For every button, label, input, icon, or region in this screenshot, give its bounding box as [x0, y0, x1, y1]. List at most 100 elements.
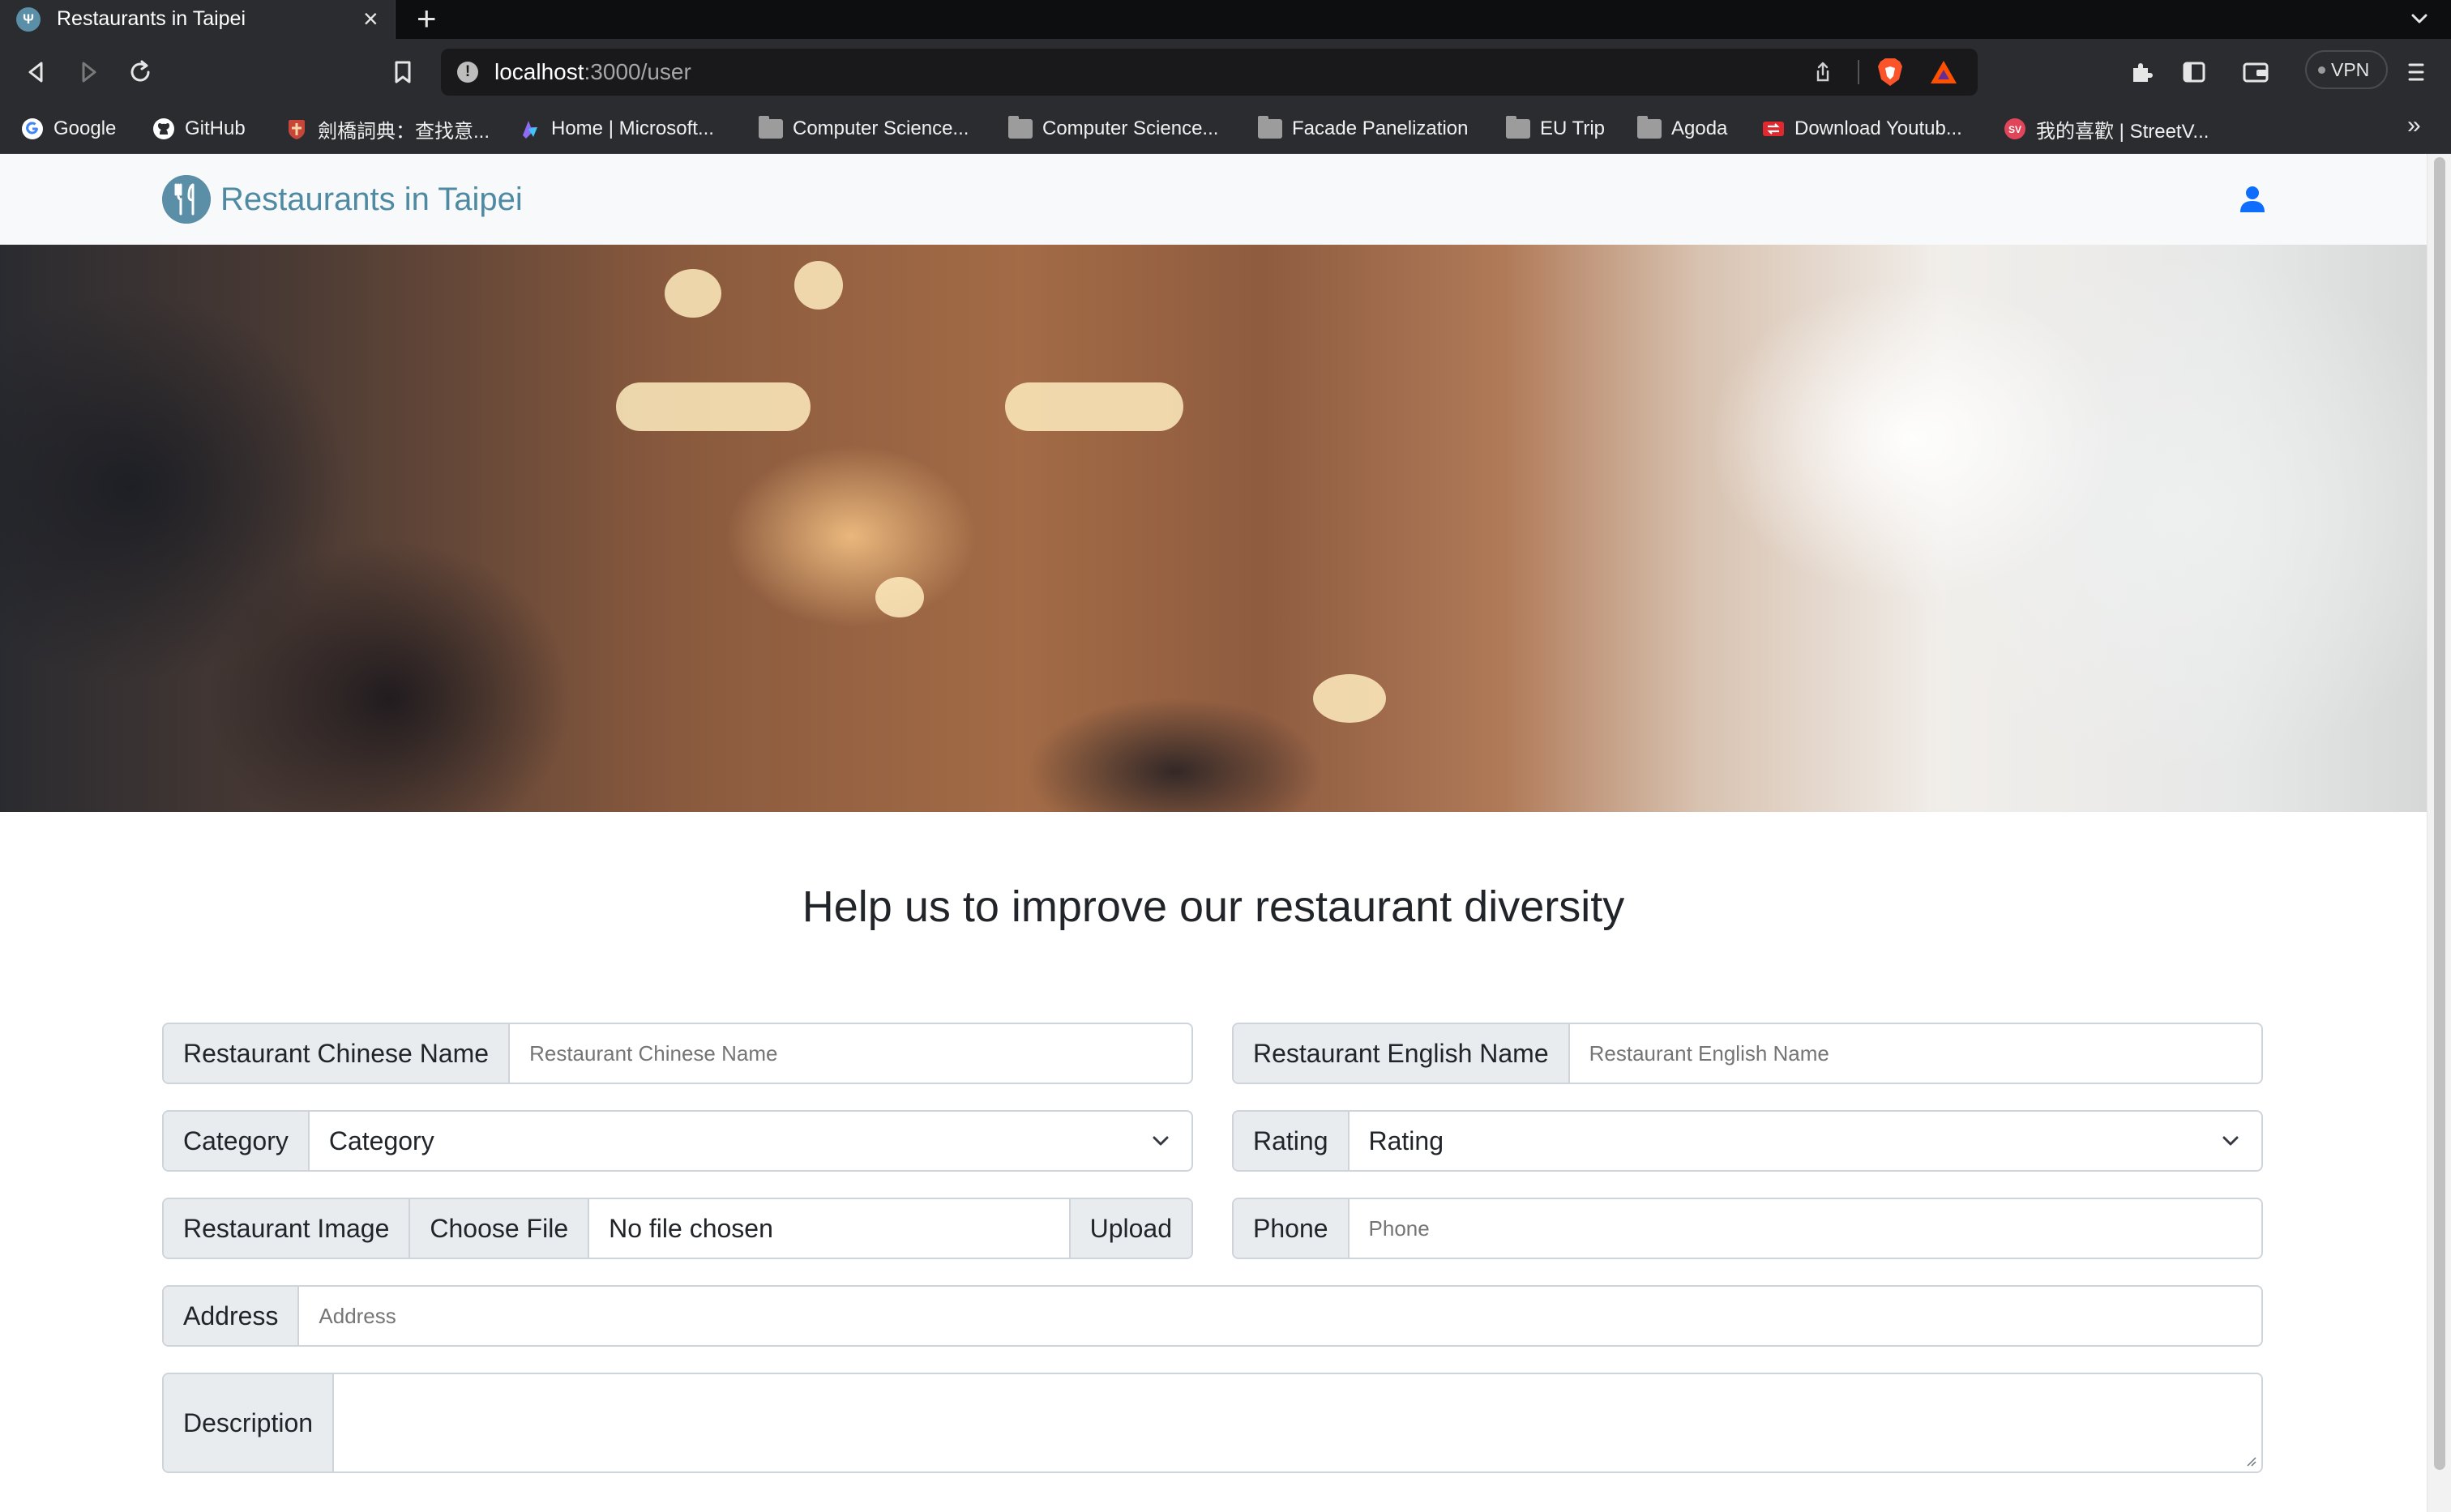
bookmark-label: Computer Science...	[793, 117, 969, 139]
bookmark-label: Download Youtub...	[1794, 117, 1962, 139]
phone-label: Phone	[1234, 1199, 1350, 1258]
menu-icon[interactable]	[2398, 53, 2435, 91]
close-tab-icon[interactable]: ×	[363, 4, 379, 33]
scrollbar-thumb[interactable]	[2434, 157, 2445, 1470]
share-icon[interactable]	[1811, 60, 1835, 84]
site-info-icon[interactable]: !	[457, 62, 478, 83]
rating-group: Rating Rating	[1232, 1110, 2263, 1172]
google-icon	[22, 118, 43, 139]
description-textarea[interactable]	[334, 1374, 2261, 1471]
address-input[interactable]	[299, 1287, 2261, 1345]
description-group: Description	[162, 1373, 2263, 1473]
bookmark-folder[interactable]: Computer Science...	[1008, 112, 1218, 146]
chevron-down-icon	[1153, 1136, 1169, 1146]
vpn-button[interactable]: VPN	[2305, 50, 2388, 89]
restaurant-favicon-icon: Ψ	[16, 7, 41, 32]
bookmark-folder[interactable]: EU Trip	[1506, 112, 1605, 146]
hero-banner-image	[0, 245, 2427, 812]
microsoft-icon	[523, 121, 537, 139]
description-label: Description	[164, 1374, 335, 1471]
resize-handle-icon[interactable]	[2245, 1455, 2256, 1467]
cambridge-icon	[289, 120, 305, 139]
chevron-down-icon	[2222, 1136, 2239, 1146]
folder-icon	[1008, 116, 1033, 139]
bookmark-label: 我的喜歡 | StreetV...	[2036, 120, 2209, 143]
phone-group: Phone	[1232, 1198, 2263, 1259]
bookmark-google[interactable]: Google	[21, 112, 116, 146]
folder-icon	[1637, 116, 1662, 139]
bookmark-label: Agoda	[1671, 117, 1728, 139]
bookmark-label: Google	[53, 117, 117, 139]
bookmark-download-youtube[interactable]: Download Youtub...	[1762, 112, 1962, 146]
bookmark-folder[interactable]: Facade Panelization	[1258, 112, 1468, 146]
page-heading: Help us to improve our restaurant divers…	[802, 882, 1625, 931]
page-viewport: Restaurants in Taipei Help us to improve…	[0, 154, 2451, 1512]
bookmark-folder[interactable]: Agoda	[1637, 112, 1727, 146]
folder-icon	[759, 116, 783, 139]
english-name-label: Restaurant English Name	[1234, 1024, 1570, 1083]
brave-shields-icon[interactable]	[1876, 57, 1905, 88]
bookmark-microsoft[interactable]: Home | Microsoft...	[519, 112, 714, 146]
url-text: localhost:3000/user	[494, 59, 691, 84]
chinese-name-label: Restaurant Chinese Name	[164, 1024, 511, 1083]
streetvoice-icon: SV	[2004, 118, 2025, 139]
phone-input[interactable]	[1349, 1199, 2261, 1258]
rating-label: Rating	[1234, 1112, 1350, 1170]
english-name-input[interactable]	[1569, 1024, 2261, 1083]
bookmark-label: 劍橋詞典：查找意...	[318, 120, 490, 143]
bookmark-streetvoice[interactable]: SV 我的喜歡 | StreetV...	[2004, 112, 2209, 146]
github-icon	[153, 118, 174, 139]
choose-file-button[interactable]: Choose File	[410, 1199, 590, 1258]
new-tab-icon[interactable]: +	[417, 1, 437, 36]
brand-link[interactable]: Restaurants in Taipei	[162, 175, 523, 224]
back-icon[interactable]	[18, 53, 55, 91]
browser-tab-bar: Ψ Restaurants in Taipei × +	[0, 0, 2451, 39]
wallet-icon[interactable]	[2237, 53, 2274, 91]
bookmark-icon[interactable]	[384, 53, 421, 91]
bokeh-light	[794, 261, 843, 310]
reload-icon[interactable]	[122, 53, 159, 91]
bokeh-light	[665, 269, 721, 318]
chinese-name-group: Restaurant Chinese Name	[162, 1023, 1193, 1084]
folder-icon	[1506, 116, 1530, 139]
fork-knife-logo-icon	[162, 175, 211, 224]
upload-button[interactable]: Upload	[1068, 1199, 1191, 1258]
chinese-name-input[interactable]	[510, 1024, 1191, 1083]
bookmark-label: Computer Science...	[1042, 117, 1219, 139]
bokeh-light	[616, 382, 811, 431]
brave-rewards-icon[interactable]	[1929, 58, 1958, 86]
category-select[interactable]: Category	[310, 1112, 1191, 1170]
bookmark-label: GitHub	[185, 117, 246, 139]
tab-search-chevron-icon[interactable]	[2407, 6, 2432, 31]
address-group: Address	[162, 1285, 2263, 1347]
bookmark-label: Facade Panelization	[1292, 117, 1469, 139]
image-label: Restaurant Image	[164, 1199, 411, 1258]
forward-icon[interactable]	[70, 53, 107, 91]
page-scrollbar[interactable]	[2427, 154, 2451, 1512]
tab-title: Restaurants in Taipei	[57, 7, 246, 30]
extensions-icon[interactable]	[2124, 53, 2161, 91]
user-icon[interactable]	[2239, 185, 2266, 214]
sidebar-icon[interactable]	[2175, 53, 2213, 91]
category-group: Category Category	[162, 1110, 1193, 1172]
category-label: Category	[164, 1112, 310, 1170]
download-icon	[1763, 122, 1784, 136]
bookmark-folder[interactable]: Computer Science...	[759, 112, 969, 146]
bokeh-light	[875, 577, 924, 617]
bookmark-label: EU Trip	[1540, 117, 1606, 139]
folder-icon	[1258, 116, 1282, 139]
bokeh-light	[1005, 382, 1183, 431]
browser-tab[interactable]: Ψ Restaurants in Taipei ×	[0, 0, 396, 39]
address-bar[interactable]: ! localhost:3000/user	[441, 49, 1978, 96]
rating-selected-value: Rating	[1368, 1125, 1444, 1155]
more-bookmarks-icon[interactable]: »	[2407, 112, 2421, 139]
site-navbar: Restaurants in Taipei	[0, 154, 2427, 245]
file-name-text: No file chosen	[609, 1213, 773, 1243]
bookmark-cambridge[interactable]: 劍橋詞典：查找意...	[285, 112, 490, 146]
address-bar-divider	[1858, 60, 1859, 84]
english-name-group: Restaurant English Name	[1232, 1023, 2263, 1084]
bookmarks-bar: Google GitHub 劍橋詞典：查找意... Home | Microso…	[0, 105, 2451, 154]
bookmark-github[interactable]: GitHub	[152, 112, 246, 146]
browser-toolbar: ! localhost:3000/user VPN	[0, 39, 2451, 105]
rating-select[interactable]: Rating	[1350, 1112, 2262, 1170]
